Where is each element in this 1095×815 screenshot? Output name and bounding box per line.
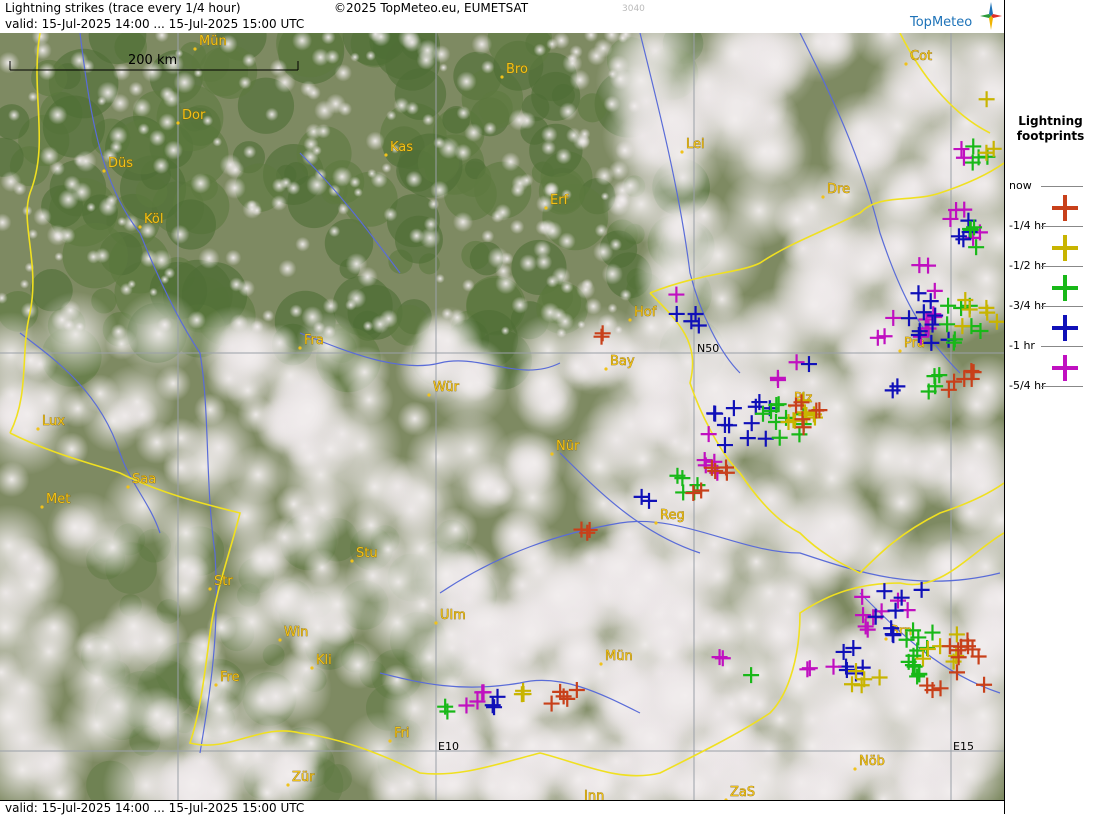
city-dot <box>898 349 902 353</box>
city-dot <box>884 637 888 641</box>
map-header: Lightning strikes (trace every 1/4 hour)… <box>0 0 1004 34</box>
city-label: Köl <box>144 212 163 227</box>
legend-divider <box>1041 226 1083 227</box>
city-dot <box>278 638 282 642</box>
legend-label: -1 hr <box>1009 339 1035 352</box>
city-dot <box>680 150 684 154</box>
city-label: Bro <box>506 62 528 77</box>
city-label: Kas <box>390 140 413 155</box>
city-label: Ulm <box>440 608 466 623</box>
city-dot <box>821 195 825 199</box>
city-label: Inn <box>584 789 604 800</box>
city-dot <box>286 783 290 787</box>
city-dot <box>427 393 431 397</box>
city-dot <box>599 662 603 666</box>
city-label: Mün <box>199 34 227 49</box>
city-label: Erf <box>550 193 569 208</box>
city-dot <box>853 767 857 771</box>
city-label: Lei <box>686 137 705 152</box>
city-label: Nöb <box>859 754 885 769</box>
city-label: Fre <box>220 670 240 685</box>
city-label: Lux <box>42 414 65 429</box>
legend-cross-icon <box>1052 275 1078 301</box>
product-code: 3040 <box>622 4 645 14</box>
city-dot <box>544 206 548 210</box>
city-dot <box>628 318 632 322</box>
valid-time-header: valid: 15-Jul-2025 14:00 ... 15-Jul-2025… <box>5 17 305 31</box>
city-dot <box>904 62 908 66</box>
legend-panel: Lightning footprints now -1/4 hr -1/2 hr -3… <box>1004 0 1095 814</box>
legend-cross-icon <box>1052 355 1078 381</box>
valid-time-footer: valid: 15-Jul-2025 14:00 ... 15-Jul-2025… <box>5 801 305 815</box>
city-label: Wür <box>433 380 460 395</box>
city-dot <box>654 521 658 525</box>
legend-divider <box>1041 186 1083 187</box>
city-label: Cot <box>910 49 932 64</box>
city-label: Met <box>46 492 70 507</box>
city-dot <box>138 225 142 229</box>
city-dot <box>214 683 218 687</box>
topmeteo-logo[interactable]: TopMeteo <box>910 15 972 30</box>
city-label: Win <box>284 625 308 640</box>
legend-cross-icon <box>1052 315 1078 341</box>
city-dot <box>36 427 40 431</box>
city-label: Fra <box>304 333 324 348</box>
city-dot <box>550 452 554 456</box>
legend-divider <box>1041 386 1083 387</box>
legend-divider <box>1041 306 1083 307</box>
grid-label-e15: E15 <box>953 740 974 753</box>
legend-divider <box>1041 266 1083 267</box>
city-label: Dre <box>827 182 850 197</box>
city-dot <box>434 621 438 625</box>
city-label: ZaS <box>730 785 755 800</box>
city-dot <box>208 587 212 591</box>
city-dot <box>102 169 106 173</box>
scale-label: 200 km <box>128 53 177 68</box>
city-label: Düs <box>108 156 133 171</box>
city-dot <box>193 47 197 51</box>
city-dot <box>388 739 392 743</box>
compass-logo-icon <box>980 2 1002 30</box>
city-label: Nür <box>556 439 580 454</box>
city-dot <box>310 666 314 670</box>
city-label: Str <box>214 574 233 589</box>
map-title: Lightning strikes (trace every 1/4 hour) <box>5 1 241 15</box>
grid-label-n50: N50 <box>697 342 719 355</box>
legend-divider <box>1041 346 1083 347</box>
city-label: Reg <box>660 508 685 523</box>
city-label: Saa <box>132 472 156 487</box>
city-label: Stu <box>356 546 378 561</box>
city-dot <box>176 121 180 125</box>
satellite-map[interactable]: 200 km N50 E10 E15 Mün Bro Cot Dor Kas Lei Düs… <box>0 33 1004 800</box>
map-footer: valid: 15-Jul-2025 14:00 ... 15-Jul-2025… <box>0 800 1004 815</box>
legend-row: -5/4 hr <box>1005 379 1095 426</box>
city-dot <box>40 505 44 509</box>
city-label: Hof <box>634 305 657 320</box>
grid-label-e10: E10 <box>438 740 459 753</box>
legend-title: Lightning footprints <box>1016 114 1085 143</box>
city-label: Bay <box>610 354 635 369</box>
city-dot <box>298 346 302 350</box>
city-label: Kli <box>316 653 332 668</box>
city-dot <box>384 153 388 157</box>
city-dot <box>350 559 354 563</box>
legend-cross-icon <box>1052 195 1078 221</box>
copyright: ©2025 TopMeteo.eu, EUMETSAT <box>334 1 529 15</box>
city-dot <box>126 485 130 489</box>
city-dot <box>604 367 608 371</box>
city-dot <box>500 75 504 79</box>
map-canvas: 200 km N50 E10 E15 Mün Bro Cot Dor Kas Lei Düs… <box>0 33 1004 800</box>
city-label: Zür <box>292 770 315 785</box>
city-label: Fri <box>394 726 410 741</box>
city-label: Mün <box>605 649 633 664</box>
city-label: Dor <box>182 108 206 123</box>
legend-label: now <box>1009 179 1032 192</box>
legend-cross-icon <box>1052 235 1078 261</box>
